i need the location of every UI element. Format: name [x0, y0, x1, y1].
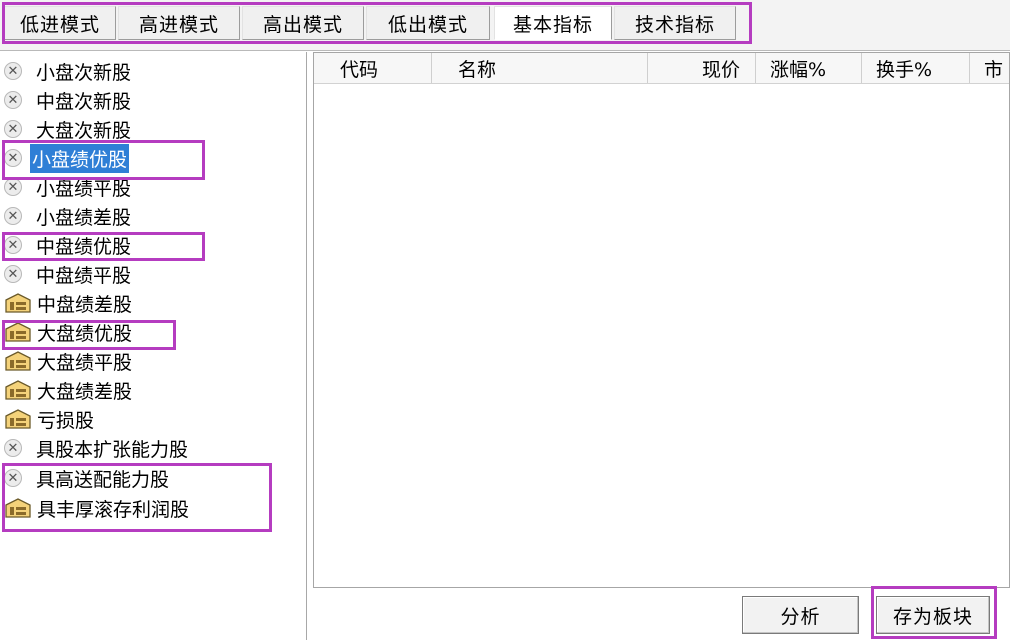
list-item-selected[interactable]: ✕ 小盘绩优股 — [4, 143, 130, 173]
list-item[interactable]: 大盘绩差股 — [4, 376, 134, 404]
circle-x-icon: ✕ — [4, 207, 22, 225]
list-item[interactable]: 大盘绩平股 — [4, 347, 134, 375]
folder-key-icon — [5, 380, 31, 400]
list-item-label: 具高送配能力股 — [36, 468, 170, 491]
list-item[interactable]: ✕ 中盘绩优股 — [4, 231, 133, 259]
tab-technical-indicators[interactable]: 技术指标 — [614, 6, 736, 40]
list-item[interactable]: 中盘绩差股 — [4, 289, 134, 317]
list-item-label: 小盘绩平股 — [36, 177, 132, 200]
list-item-label: 大盘绩平股 — [37, 351, 133, 374]
circle-x-icon: ✕ — [4, 91, 22, 109]
list-item[interactable]: ✕ 中盘次新股 — [4, 86, 133, 114]
circle-x-icon: ✕ — [4, 236, 22, 254]
analyze-button[interactable]: 分析 — [742, 596, 859, 634]
stock-table[interactable]: 代码 名称 现价 涨幅% 换手% 市 — [313, 52, 1010, 588]
list-item-label: 具股本扩张能力股 — [36, 438, 189, 461]
circle-x-icon: ✕ — [4, 62, 22, 80]
save-as-block-button[interactable]: 存为板块 — [876, 596, 990, 634]
circle-x-icon: ✕ — [4, 439, 22, 457]
list-item-label: 具丰厚滚存利润股 — [37, 498, 190, 521]
tab-high-entry-mode[interactable]: 高进模式 — [118, 6, 240, 40]
column-header-name[interactable]: 名称 — [432, 53, 648, 83]
list-item[interactable]: ✕ 具高送配能力股 — [4, 464, 171, 492]
list-item-label: 亏损股 — [37, 409, 95, 432]
folder-key-icon — [5, 351, 31, 371]
list-item-label: 中盘绩优股 — [36, 235, 132, 258]
tab-high-exit-mode[interactable]: 高出模式 — [242, 6, 364, 40]
tab-low-entry-mode[interactable]: 低进模式 — [4, 6, 116, 40]
folder-key-icon — [5, 498, 31, 518]
circle-x-icon: ✕ — [4, 120, 22, 138]
column-header-code[interactable]: 代码 — [314, 53, 432, 83]
folder-key-icon — [5, 293, 31, 313]
stock-category-list[interactable]: ✕ 小盘次新股 ✕ 中盘次新股 ✕ 大盘次新股 ✕ 小盘绩优股 ✕ 小盘绩平股 … — [0, 52, 307, 640]
list-item-label: 中盘绩平股 — [36, 264, 132, 287]
list-item-label: 小盘次新股 — [36, 61, 132, 84]
tab-low-exit-mode[interactable]: 低出模式 — [366, 6, 490, 40]
column-header-change[interactable]: 涨幅% — [756, 53, 862, 83]
column-header-market[interactable]: 市 — [970, 53, 1010, 83]
list-item-label: 中盘绩差股 — [37, 293, 133, 316]
list-item[interactable]: ✕ 大盘次新股 — [4, 115, 133, 143]
circle-x-icon: ✕ — [4, 469, 22, 487]
table-header: 代码 名称 现价 涨幅% 换手% 市 — [314, 53, 1009, 84]
circle-x-icon: ✕ — [4, 149, 22, 167]
list-item-label: 大盘绩差股 — [37, 380, 133, 403]
folder-key-icon — [5, 409, 31, 429]
list-item-label: 小盘绩优股 — [30, 143, 130, 173]
folder-key-icon — [5, 322, 31, 342]
list-item[interactable]: 具丰厚滚存利润股 — [4, 494, 191, 522]
list-item-label: 大盘绩优股 — [37, 322, 133, 345]
list-item[interactable]: ✕ 具股本扩张能力股 — [4, 434, 190, 462]
list-item[interactable]: ✕ 小盘绩差股 — [4, 202, 133, 230]
list-item-label: 大盘次新股 — [36, 119, 132, 142]
circle-x-icon: ✕ — [4, 178, 22, 196]
tab-basic-indicators[interactable]: 基本指标 — [494, 6, 612, 40]
tab-bar: 低进模式 高进模式 高出模式 低出模式 基本指标 技术指标 — [0, 0, 1010, 51]
list-item-label: 中盘次新股 — [36, 90, 132, 113]
list-item[interactable]: 大盘绩优股 — [4, 318, 134, 346]
list-item[interactable]: ✕ 小盘次新股 — [4, 57, 133, 85]
circle-x-icon: ✕ — [4, 265, 22, 283]
list-item-label: 小盘绩差股 — [36, 206, 132, 229]
list-item[interactable]: ✕ 中盘绩平股 — [4, 260, 133, 288]
list-item[interactable]: ✕ 小盘绩平股 — [4, 173, 133, 201]
list-item[interactable]: 亏损股 — [4, 405, 96, 433]
column-header-turnover[interactable]: 换手% — [862, 53, 970, 83]
column-header-price[interactable]: 现价 — [648, 53, 756, 83]
